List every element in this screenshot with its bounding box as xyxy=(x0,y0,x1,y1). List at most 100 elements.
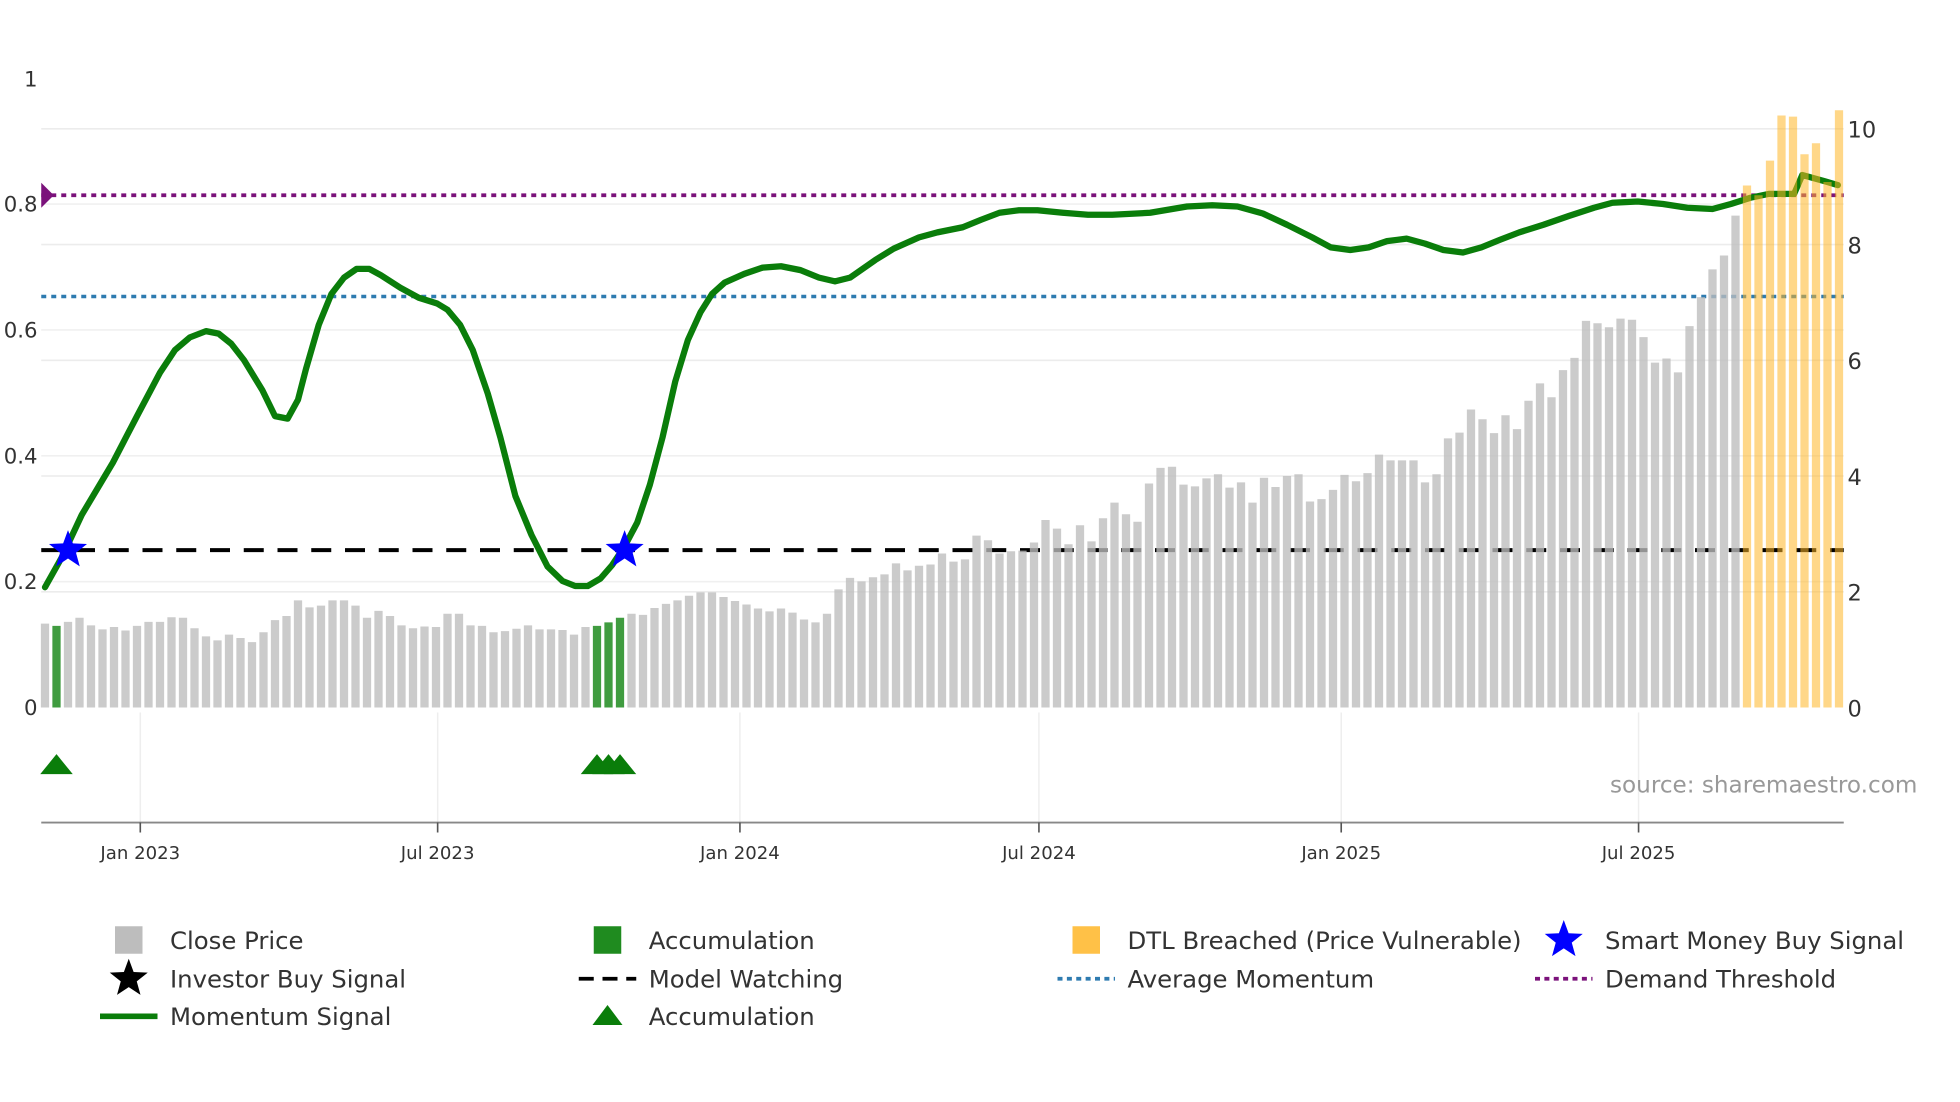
close-price-bar xyxy=(1064,544,1073,708)
close-price-bar xyxy=(661,603,671,708)
close-price-bar xyxy=(1121,514,1131,708)
close-price-bar xyxy=(1397,460,1407,708)
close-price-bar xyxy=(1547,397,1556,708)
close-price-bar xyxy=(1489,433,1499,708)
close-price-bar xyxy=(845,577,855,708)
close-price-bar xyxy=(1202,478,1211,708)
legend-label: Close Price xyxy=(170,926,304,955)
legend-item: Accumulation xyxy=(592,1002,815,1031)
dtl-breached-bar xyxy=(1823,182,1832,708)
legend-item: Average Momentum xyxy=(1057,965,1374,994)
legend-label: Investor Buy Signal xyxy=(170,965,406,994)
close-price-bar xyxy=(351,605,360,708)
close-price-bar xyxy=(1466,409,1476,708)
close-price-bar xyxy=(834,589,843,708)
close-price-bar xyxy=(546,629,556,708)
x-tick-label: Jan 2024 xyxy=(699,843,780,864)
y-left-tick-label: 0.6 xyxy=(4,318,38,343)
close-price-bar xyxy=(167,617,176,708)
close-price-bar xyxy=(1075,525,1085,708)
legend-item: Model Watching xyxy=(578,965,843,994)
close-price-bar xyxy=(489,632,498,708)
legend-item: Smart Money Buy Signal xyxy=(1544,920,1904,957)
close-price-bar xyxy=(937,553,947,708)
legend-item: DTL Breached (Price Vulnerable) xyxy=(1072,926,1522,955)
close-price-bar xyxy=(1639,337,1648,708)
close-price-bar xyxy=(1593,323,1602,708)
legend-item: Close Price xyxy=(115,926,304,955)
x-tick-label: Jan 2025 xyxy=(1300,843,1381,864)
close-price-bar xyxy=(1685,326,1694,708)
close-price-bar xyxy=(316,605,326,708)
close-price-bar xyxy=(1501,415,1510,708)
close-price-bar xyxy=(776,608,786,708)
x-tick-label: Jul 2025 xyxy=(1601,843,1676,864)
close-price-bar xyxy=(1673,372,1683,708)
close-price-bar xyxy=(523,625,533,708)
legend-square-icon xyxy=(115,926,143,954)
close-price-bar xyxy=(1041,520,1050,708)
close-price-bar xyxy=(673,600,682,708)
y-right-tick-label: 2 xyxy=(1848,581,1862,607)
legend-square-icon xyxy=(1072,926,1100,954)
close-price-bar xyxy=(247,642,257,708)
close-price-bar xyxy=(1133,521,1142,708)
dtl-breached-bar xyxy=(1754,195,1763,708)
dtl-breached-bar xyxy=(1788,116,1798,708)
close-price-bar xyxy=(1282,476,1292,708)
close-price-bar xyxy=(1351,481,1361,708)
y-right-tick-label: 4 xyxy=(1848,465,1862,491)
close-price-bar xyxy=(270,620,280,708)
close-price-bar xyxy=(684,595,694,708)
close-price-bar xyxy=(719,597,728,708)
smart-money-buy-star xyxy=(49,530,87,567)
close-price-bar xyxy=(1386,460,1395,708)
momentum-signal-line xyxy=(41,171,1842,591)
accumulation-bar xyxy=(604,622,613,708)
x-tick-label: Jul 2024 xyxy=(1001,843,1076,864)
close-price-bar xyxy=(385,616,395,708)
legend-triangle-icon xyxy=(592,1005,623,1025)
legend-label: DTL Breached (Price Vulnerable) xyxy=(1128,926,1522,955)
close-price-bar xyxy=(293,600,303,708)
close-price-bar xyxy=(569,634,579,708)
close-price-bar xyxy=(891,563,901,708)
legend-star-icon xyxy=(109,958,148,995)
close-price-bar xyxy=(512,628,521,708)
legend-item: Momentum Signal xyxy=(100,1002,391,1031)
close-price-bar xyxy=(121,630,130,708)
close-price-bar xyxy=(1478,419,1487,708)
close-price-bar xyxy=(1006,551,1016,708)
dtl-breached-bar xyxy=(1765,160,1775,708)
close-price-bar xyxy=(1616,318,1625,708)
accumulation-bar xyxy=(52,625,61,708)
y-left-tick-label: 0.8 xyxy=(4,193,38,218)
close-price-bar xyxy=(914,565,924,708)
legend: Close Price Accumulation DTL Breached (Pri… xyxy=(100,920,1904,1031)
close-price-bar xyxy=(880,574,889,708)
close-price-bar xyxy=(420,626,429,708)
close-price-bar xyxy=(799,619,809,708)
close-price-bar xyxy=(155,621,165,708)
close-price-bar xyxy=(1018,550,1027,708)
close-price-bar xyxy=(1696,297,1706,708)
close-price-bar xyxy=(1524,400,1533,708)
close-price-bar xyxy=(86,625,96,708)
close-price-bar xyxy=(1719,255,1729,708)
close-price-bar xyxy=(282,616,291,708)
close-price-bar xyxy=(1443,438,1453,708)
close-price-bar xyxy=(972,535,981,708)
close-price-bar xyxy=(1558,370,1568,708)
x-tick-label: Jan 2023 xyxy=(99,843,180,864)
close-price-bar xyxy=(213,640,222,708)
close-price-bar xyxy=(1570,357,1579,708)
close-price-bar xyxy=(1213,474,1223,708)
dtl-breached-bar xyxy=(1742,185,1752,708)
close-price-bar xyxy=(1190,486,1200,708)
close-price-bar xyxy=(949,561,958,708)
momentum-price-chart: Jan 2023 Jul 2023 Jan 2024 Jul 2024 Jan 2025… xyxy=(4,67,1918,1031)
legend-label: Accumulation xyxy=(649,1002,815,1031)
accumulation-bar xyxy=(592,625,602,708)
close-price-bar xyxy=(1098,518,1108,708)
close-price-bar xyxy=(535,629,544,708)
